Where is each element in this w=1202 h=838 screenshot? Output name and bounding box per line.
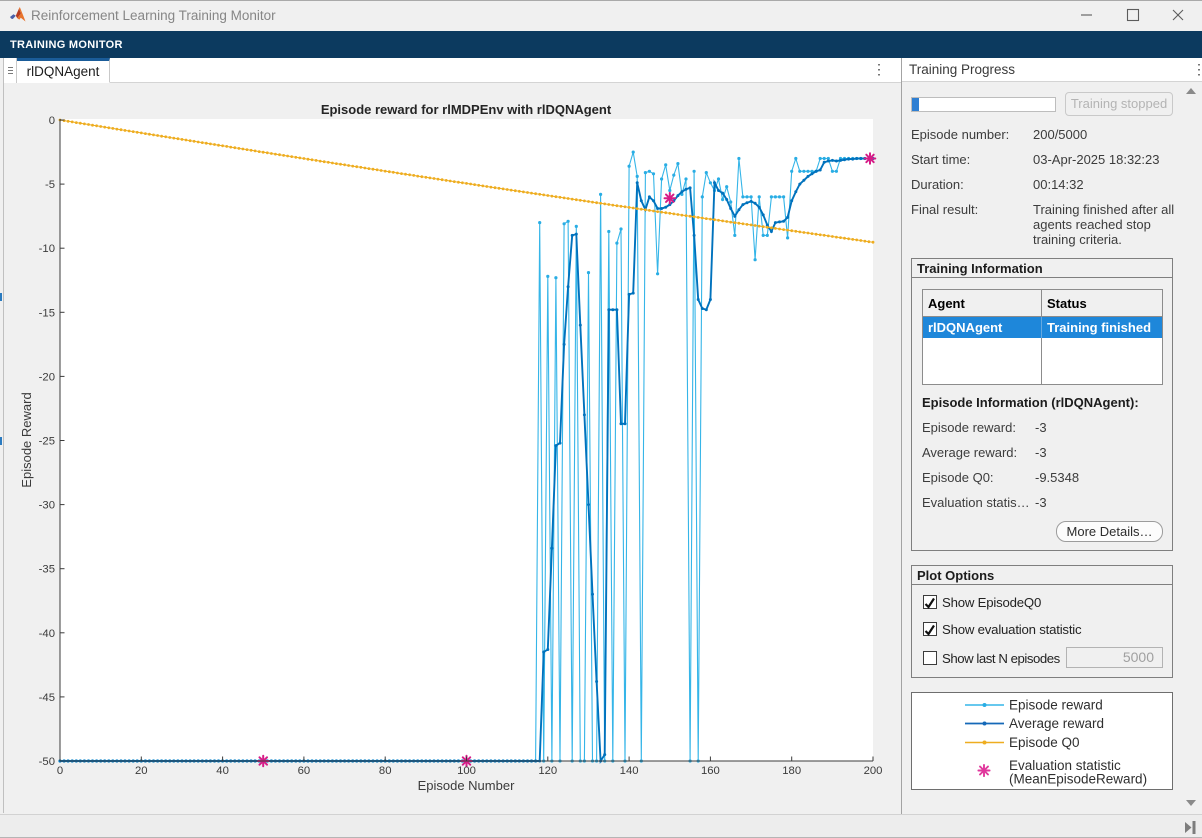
svg-text:(MeanEpisodeReward): (MeanEpisodeReward) (1009, 772, 1147, 787)
svg-text:-5: -5 (45, 179, 55, 191)
svg-text:Episode reward for rlMDPEnv wi: Episode reward for rlMDPEnv with rlDQNAg… (321, 102, 612, 117)
svg-text:20: 20 (135, 765, 148, 777)
svg-text:-35: -35 (39, 564, 55, 576)
svg-text:160: 160 (701, 765, 720, 777)
svg-text:-20: -20 (39, 371, 55, 383)
svg-text:180: 180 (782, 765, 801, 777)
svg-text:Episode Number: Episode Number (418, 778, 515, 793)
svg-text:60: 60 (298, 765, 311, 777)
svg-text:-25: -25 (39, 436, 55, 448)
svg-text:-10: -10 (39, 243, 55, 255)
svg-text:0: 0 (49, 115, 55, 127)
svg-text:-40: -40 (39, 628, 55, 640)
svg-text:-45: -45 (39, 692, 55, 704)
svg-text:0: 0 (57, 765, 63, 777)
svg-text:-50: -50 (39, 756, 55, 768)
svg-text:100: 100 (457, 765, 476, 777)
svg-text:Episode Reward: Episode Reward (19, 392, 34, 487)
svg-text:Average reward: Average reward (1009, 716, 1104, 731)
svg-text:120: 120 (538, 765, 557, 777)
svg-text:80: 80 (379, 765, 392, 777)
svg-text:40: 40 (216, 765, 229, 777)
svg-text:Episode reward: Episode reward (1009, 698, 1103, 713)
svg-text:140: 140 (620, 765, 639, 777)
svg-text:-30: -30 (39, 500, 55, 512)
svg-text:-15: -15 (39, 307, 55, 319)
svg-text:Episode Q0: Episode Q0 (1009, 735, 1080, 750)
svg-text:200: 200 (864, 765, 883, 777)
